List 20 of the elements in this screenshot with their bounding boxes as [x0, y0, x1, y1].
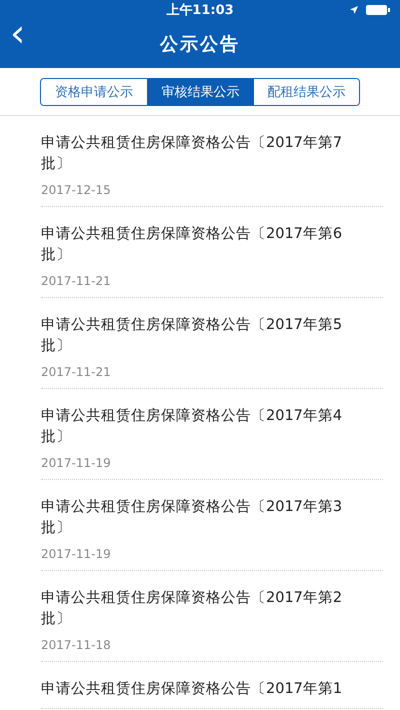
status-time: 上午11:03 [166, 2, 234, 19]
notice-title[interactable]: 申请公共租赁住房保障资格公告〔2017年第1 [41, 679, 351, 700]
notice-title[interactable]: 申请公共租赁住房保障资格公告〔2017年第6批〕 [41, 224, 351, 266]
notice-date: 2017-11-19 [41, 547, 112, 562]
tab[interactable]: 配租结果公示 [253, 78, 359, 104]
notice-title[interactable]: 申请公共租赁住房保障资格公告〔2017年第3批〕 [41, 497, 351, 539]
notice-title[interactable]: 申请公共租赁住房保障资格公告〔2017年第4批〕 [41, 406, 351, 448]
back-button[interactable]: ‹ [4, 14, 32, 52]
notice-title[interactable]: 申请公共租赁住房保障资格公告〔2017年第2批〕 [41, 588, 351, 630]
notice-date: 2017-11-21 [41, 274, 112, 289]
page-title: 公示公告 [160, 33, 240, 56]
notice-date: 2017-11-18 [41, 638, 112, 653]
tab[interactable]: 审核结果公示 [147, 78, 253, 104]
notice-date: 2017-12-15 [41, 183, 112, 198]
notice-title[interactable]: 申请公共租赁住房保障资格公告〔2017年第5批〕 [41, 315, 351, 357]
notice-title[interactable]: 申请公共租赁住房保障资格公告〔2017年第7批〕 [41, 133, 351, 175]
location-icon [350, 6, 358, 14]
notice-date: 2017-11-21 [41, 365, 112, 380]
notice-date: 2017-11-19 [41, 456, 112, 471]
battery-icon [366, 5, 390, 15]
